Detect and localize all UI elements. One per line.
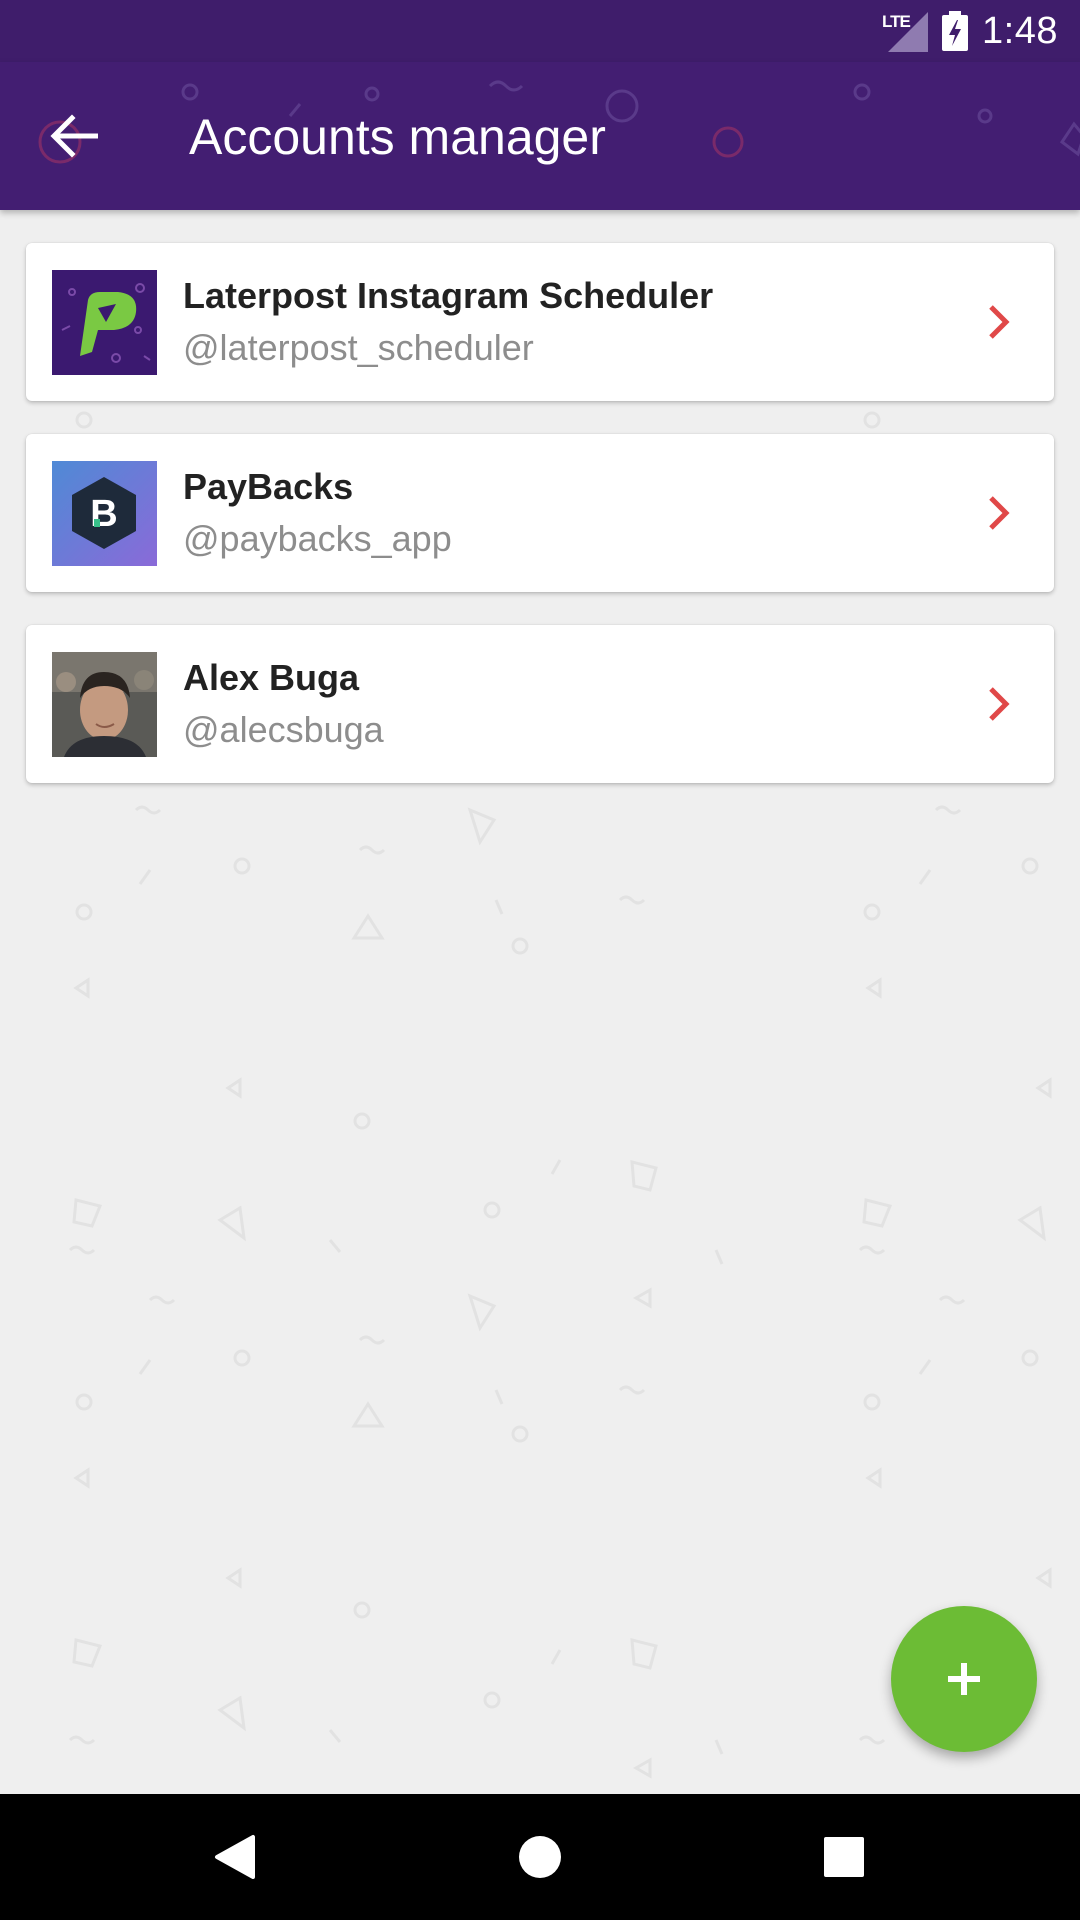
- account-list: Laterpost Instagram Scheduler @laterpost…: [26, 243, 1054, 816]
- battery-charging-icon: [942, 11, 969, 51]
- profile-photo-avatar: [52, 652, 157, 757]
- account-card-laterpost[interactable]: Laterpost Instagram Scheduler @laterpost…: [26, 243, 1054, 401]
- add-account-button[interactable]: [891, 1606, 1037, 1752]
- laterpost-logo-avatar: [52, 270, 157, 375]
- account-name: Laterpost Instagram Scheduler: [183, 275, 714, 316]
- square-recents-icon: [824, 1837, 864, 1877]
- account-name: PayBacks: [183, 466, 354, 507]
- svg-text:B: B: [90, 493, 117, 535]
- account-handle: @laterpost_scheduler: [183, 327, 534, 368]
- triangle-back-icon: [215, 1835, 255, 1879]
- page-title: Accounts manager: [189, 109, 606, 165]
- account-name: Alex Buga: [183, 657, 360, 698]
- nav-recents-button[interactable]: [814, 1827, 874, 1887]
- arrow-left-icon: [50, 114, 98, 158]
- chevron-right-icon: [989, 687, 1010, 721]
- chevron-right-icon: [989, 305, 1010, 339]
- status-time: 1:48: [982, 9, 1058, 52]
- nav-home-button[interactable]: [510, 1827, 570, 1887]
- account-card-paybacks[interactable]: B PayBacks @paybacks_app: [26, 434, 1054, 592]
- circle-home-icon: [519, 1836, 561, 1878]
- status-bar: LTE 1:48: [0, 0, 1080, 62]
- account-handle: @alecsbuga: [183, 709, 384, 750]
- system-navigation-bar: [0, 1794, 1080, 1920]
- paybacks-logo-avatar: B: [52, 461, 157, 566]
- nav-back-button[interactable]: [205, 1827, 265, 1887]
- account-card-alex-buga[interactable]: Alex Buga @alecsbuga: [26, 625, 1054, 783]
- plus-icon: [948, 1663, 980, 1695]
- account-handle: @paybacks_app: [183, 518, 452, 559]
- app-bar: Accounts manager: [0, 62, 1080, 210]
- network-signal-icon: LTE: [882, 10, 929, 52]
- chevron-right-icon: [989, 496, 1010, 530]
- back-button[interactable]: [40, 102, 108, 170]
